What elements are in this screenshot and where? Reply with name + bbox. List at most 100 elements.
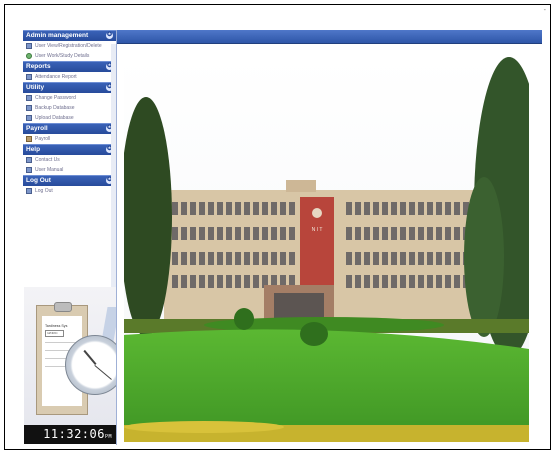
building-window (280, 227, 286, 240)
menu-sections: Admin management ✪ User View/Registration/… (23, 30, 116, 196)
building-window (217, 252, 223, 265)
building-window (181, 202, 187, 215)
building-window (181, 275, 187, 288)
menu-item-label: Contact Us (35, 157, 60, 163)
building-window (436, 202, 442, 215)
shrub (300, 322, 328, 346)
building-window (382, 252, 388, 265)
building-window (244, 275, 250, 288)
building-window (289, 227, 295, 240)
building-window (253, 202, 259, 215)
menu-item[interactable]: User Work/Study Details (23, 51, 116, 61)
campus-photo: N I T (124, 57, 529, 442)
building-window (400, 202, 406, 215)
attendance-illustration: Tardiness Sys Id/NRIC (24, 287, 116, 425)
document-icon (26, 115, 32, 121)
building-window (346, 252, 352, 265)
building-window (199, 202, 205, 215)
building-window (364, 252, 370, 265)
section-header[interactable]: Admin management ✪ (23, 30, 116, 41)
section-header[interactable]: Reports ✪ (23, 61, 116, 72)
building-window (400, 252, 406, 265)
collapse-toggle-icon[interactable]: ✪ (106, 32, 113, 39)
building-window (454, 202, 460, 215)
building-window (280, 252, 286, 265)
building-window (364, 227, 370, 240)
building-window (346, 202, 352, 215)
menu-item-label: Log Out (35, 188, 53, 194)
building-window (391, 252, 397, 265)
building-window (346, 275, 352, 288)
building-window (190, 252, 196, 265)
globe-icon (26, 53, 32, 59)
building-window (289, 252, 295, 265)
building-window (355, 227, 361, 240)
building-window (436, 252, 442, 265)
building-window (382, 227, 388, 240)
building-window (355, 202, 361, 215)
menu-item-label: User Manual (35, 167, 64, 173)
section-header[interactable]: Utility ✪ (23, 82, 116, 93)
menu-item[interactable]: Log Out (23, 186, 116, 196)
menu-item-label: User Work/Study Details (35, 53, 90, 59)
building-window (418, 227, 424, 240)
menu-item[interactable]: User Manual (23, 165, 116, 175)
menu-item[interactable]: Change Password (23, 93, 116, 103)
building-window (235, 227, 241, 240)
building-window (199, 227, 205, 240)
building-window (172, 275, 178, 288)
menu-item-label: Change Password (35, 95, 76, 101)
menu-item-label: Upload Database (35, 115, 74, 121)
building-window (427, 202, 433, 215)
building-window (445, 227, 451, 240)
digital-clock: 11:32:06PM (24, 425, 116, 444)
building-window (244, 227, 250, 240)
building-window (217, 202, 223, 215)
building-window (271, 252, 277, 265)
building-window (190, 275, 196, 288)
building-window (418, 252, 424, 265)
building-window (235, 275, 241, 288)
building-window (208, 252, 214, 265)
menu-item-label: User View/Registration/Delete (35, 43, 102, 49)
building-window (208, 227, 214, 240)
building-window (235, 202, 241, 215)
building-window (244, 252, 250, 265)
building-sign: N I T (312, 227, 323, 233)
building-window (373, 252, 379, 265)
menu-item[interactable]: Attendance Report (23, 72, 116, 82)
section-header[interactable]: Log Out ✪ (23, 175, 116, 186)
menu-item[interactable]: Payroll (23, 134, 116, 144)
building-window (235, 252, 241, 265)
menu-item[interactable]: Backup Database (23, 103, 116, 113)
building-window (409, 227, 415, 240)
building-window (454, 252, 460, 265)
building-window (436, 275, 442, 288)
building-window (280, 202, 286, 215)
menu-item[interactable]: User View/Registration/Delete (23, 41, 116, 51)
building-window (445, 275, 451, 288)
building-window (181, 227, 187, 240)
building-window (382, 275, 388, 288)
section-title: Reports (26, 63, 51, 70)
building-window (355, 252, 361, 265)
paper-title: Tardiness Sys (45, 324, 68, 328)
section-title: Log Out (26, 177, 51, 184)
menu-item[interactable]: Contact Us (23, 155, 116, 165)
building-window (262, 252, 268, 265)
clock-minute-hand (94, 365, 112, 380)
section-header[interactable]: Payroll ✪ (23, 123, 116, 134)
building-window (253, 252, 259, 265)
document-icon (26, 43, 32, 49)
building-window (208, 202, 214, 215)
menu-item[interactable]: Upload Database (23, 113, 116, 123)
document-icon (26, 157, 32, 163)
building-window (427, 252, 433, 265)
section-header[interactable]: Help ✪ (23, 144, 116, 155)
clock-hour-hand (83, 349, 97, 365)
building-window (391, 202, 397, 215)
menu-item-label: Attendance Report (35, 74, 77, 80)
building-window (427, 227, 433, 240)
corner-mark: - (543, 7, 546, 14)
campus-photo-svg: N I T (124, 57, 529, 442)
